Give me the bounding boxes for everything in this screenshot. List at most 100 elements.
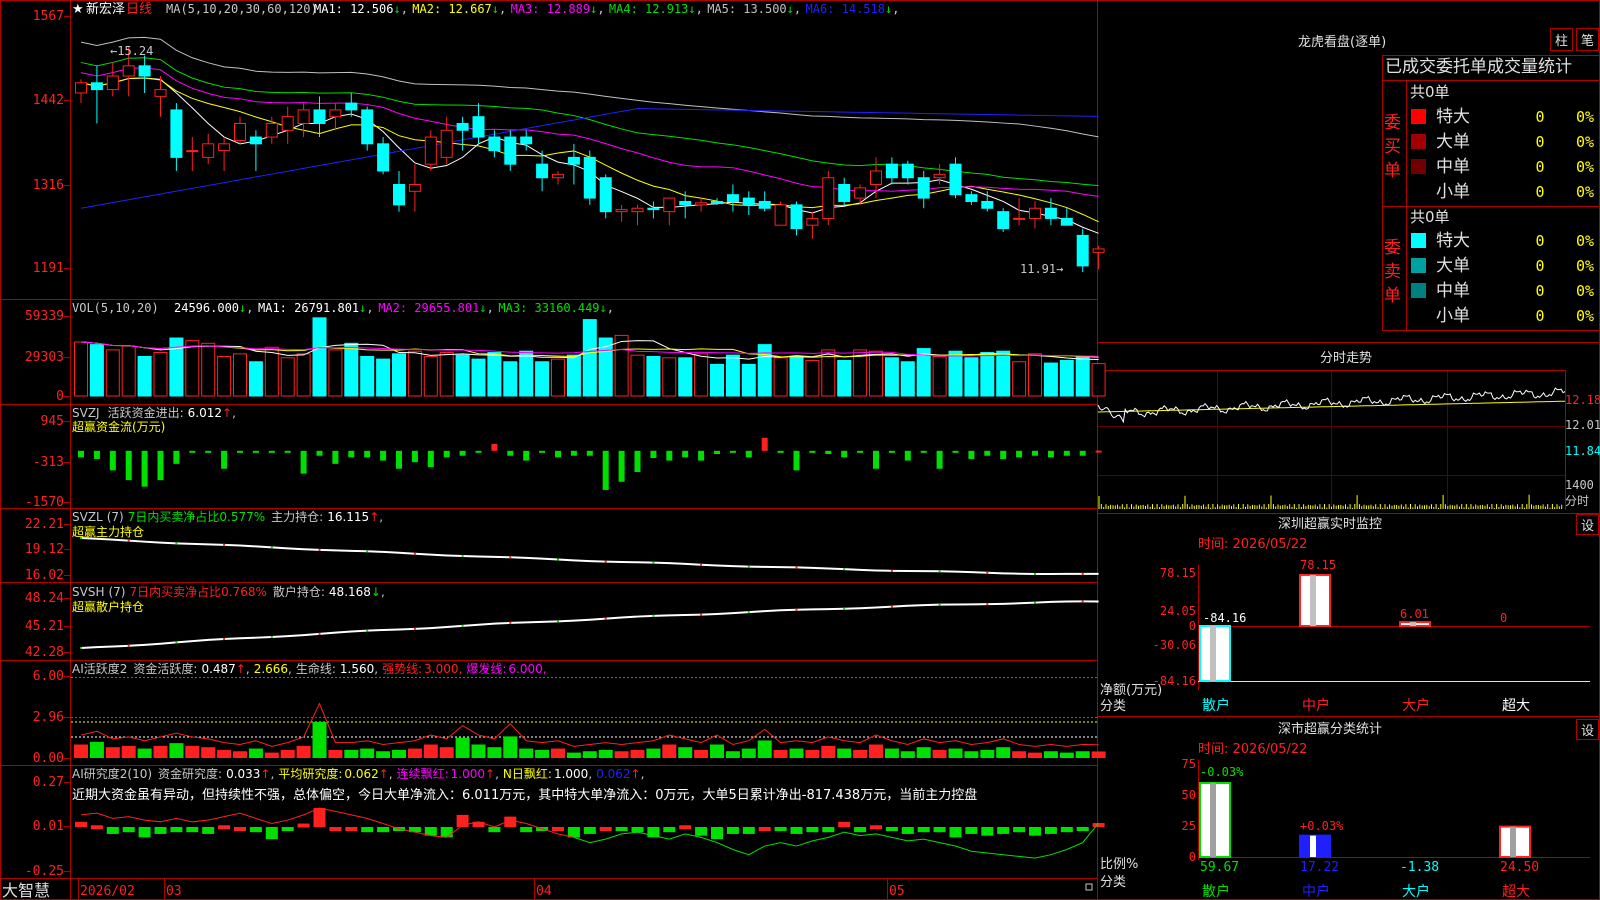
activity-bar[interactable] — [1091, 751, 1106, 758]
flow-bar[interactable] — [396, 450, 402, 469]
svsh-chart[interactable] — [80, 600, 1099, 649]
research-bar[interactable] — [488, 827, 501, 833]
flow-bar[interactable] — [109, 450, 116, 471]
flow-bar[interactable] — [268, 450, 275, 453]
candle-body[interactable] — [265, 122, 278, 138]
activity-bar[interactable] — [694, 749, 709, 758]
candle-body[interactable] — [170, 109, 183, 158]
flow-bar[interactable] — [857, 450, 864, 453]
flow-bar[interactable] — [1079, 450, 1086, 456]
research-bar[interactable] — [917, 827, 930, 833]
activity-bar[interactable] — [551, 748, 565, 758]
research-bar[interactable] — [631, 827, 644, 833]
research-bar[interactable] — [440, 827, 453, 838]
candle-body[interactable] — [329, 109, 342, 118]
activity-bar[interactable] — [805, 749, 820, 758]
volume-bar[interactable] — [551, 358, 565, 397]
volume-bar[interactable] — [646, 355, 661, 397]
volume-bar[interactable] — [741, 363, 756, 397]
flow-bar[interactable] — [332, 450, 339, 464]
flow-bar[interactable] — [1095, 450, 1102, 453]
volume-bar[interactable] — [137, 355, 152, 397]
flow-bar[interactable] — [904, 450, 911, 461]
volume-bar[interactable] — [312, 317, 327, 397]
activity-bar[interactable] — [1059, 752, 1074, 758]
activity-bar[interactable] — [121, 745, 136, 758]
research-bar[interactable] — [838, 821, 851, 827]
flow-bar[interactable] — [666, 450, 673, 461]
flow-bar[interactable] — [189, 450, 196, 453]
research-bar[interactable] — [742, 827, 755, 834]
activity-bar[interactable] — [884, 748, 899, 758]
activity-bar[interactable] — [137, 748, 152, 758]
activity-bar[interactable] — [407, 748, 422, 758]
volume-bar[interactable] — [789, 355, 804, 397]
flow-bar[interactable] — [809, 450, 816, 453]
activity-bar[interactable] — [280, 749, 295, 758]
flow-bar[interactable] — [157, 450, 164, 481]
ai1-chart[interactable] — [71, 677, 1106, 759]
volume-bar[interactable] — [805, 359, 820, 397]
activity-bar[interactable] — [217, 749, 232, 758]
candle-body[interactable] — [90, 82, 103, 91]
volume-bar[interactable] — [392, 353, 406, 397]
volume-bar[interactable] — [884, 357, 899, 397]
kline-chart[interactable]: ←15.24 11.91→ — [75, 36, 1105, 276]
volume-bar[interactable] — [710, 363, 724, 397]
volume-bar[interactable] — [900, 361, 915, 397]
candle-body[interactable] — [1029, 207, 1041, 219]
candle-body[interactable] — [345, 102, 358, 111]
candle-body[interactable] — [202, 143, 215, 158]
candle-body[interactable] — [901, 163, 914, 179]
candle-body[interactable] — [186, 150, 199, 153]
flow-bar[interactable] — [729, 450, 736, 453]
research-bar[interactable] — [218, 825, 231, 830]
volume-bar[interactable] — [837, 359, 852, 397]
research-bar[interactable] — [122, 827, 135, 833]
volume-bar[interactable] — [1075, 355, 1090, 397]
activity-bar[interactable] — [566, 752, 581, 758]
research-bar[interactable] — [313, 807, 326, 827]
activity-bar[interactable] — [646, 748, 661, 758]
volume-bar[interactable] — [376, 358, 391, 397]
flow-bar[interactable] — [539, 450, 546, 453]
flow-bar[interactable] — [968, 450, 975, 459]
volume-bar[interactable] — [233, 353, 247, 397]
research-bar[interactable] — [154, 827, 167, 834]
flow-bar[interactable] — [252, 450, 259, 453]
flow-bar[interactable] — [348, 450, 355, 458]
activity-bar[interactable] — [519, 748, 534, 758]
volume-bar[interactable] — [153, 352, 168, 397]
flow-bar[interactable] — [841, 450, 848, 458]
candle-body[interactable] — [758, 200, 771, 209]
candle-body[interactable] — [583, 156, 596, 199]
research-bar[interactable] — [615, 827, 628, 831]
flow-bar[interactable] — [586, 450, 593, 456]
volume-chart[interactable] — [74, 317, 1106, 397]
candle-body[interactable] — [567, 156, 580, 165]
intraday-chart[interactable] — [1097, 371, 1566, 510]
activity-bar[interactable] — [773, 749, 788, 758]
volume-bar[interactable] — [535, 361, 550, 397]
activity-bar[interactable] — [932, 749, 947, 758]
activity-bar[interactable] — [837, 748, 852, 758]
volume-bar[interactable] — [407, 350, 422, 397]
flow-bar[interactable] — [443, 450, 450, 458]
volume-bar[interactable] — [773, 357, 788, 397]
flow-bar[interactable] — [555, 450, 561, 458]
activity-bar[interactable] — [360, 748, 375, 758]
period-label[interactable]: 日线 — [126, 2, 152, 17]
volume-bar[interactable] — [121, 345, 136, 397]
sz-monitor-chart[interactable]: 78.1524.050-30.06-84.16-84.16散户78.15中户6.… — [1153, 558, 1590, 714]
activity-bar[interactable] — [948, 748, 963, 758]
flow-bar[interactable] — [825, 450, 832, 455]
research-bar[interactable] — [567, 827, 580, 838]
research-bar[interactable] — [202, 827, 215, 834]
flow-bar[interactable] — [523, 450, 530, 461]
volume-bar[interactable] — [89, 344, 104, 397]
flow-bar[interactable] — [793, 450, 800, 471]
research-bar[interactable] — [854, 827, 867, 833]
flow-bar[interactable] — [682, 450, 689, 458]
volume-bar[interactable] — [471, 358, 486, 397]
volume-bar[interactable] — [439, 352, 454, 397]
